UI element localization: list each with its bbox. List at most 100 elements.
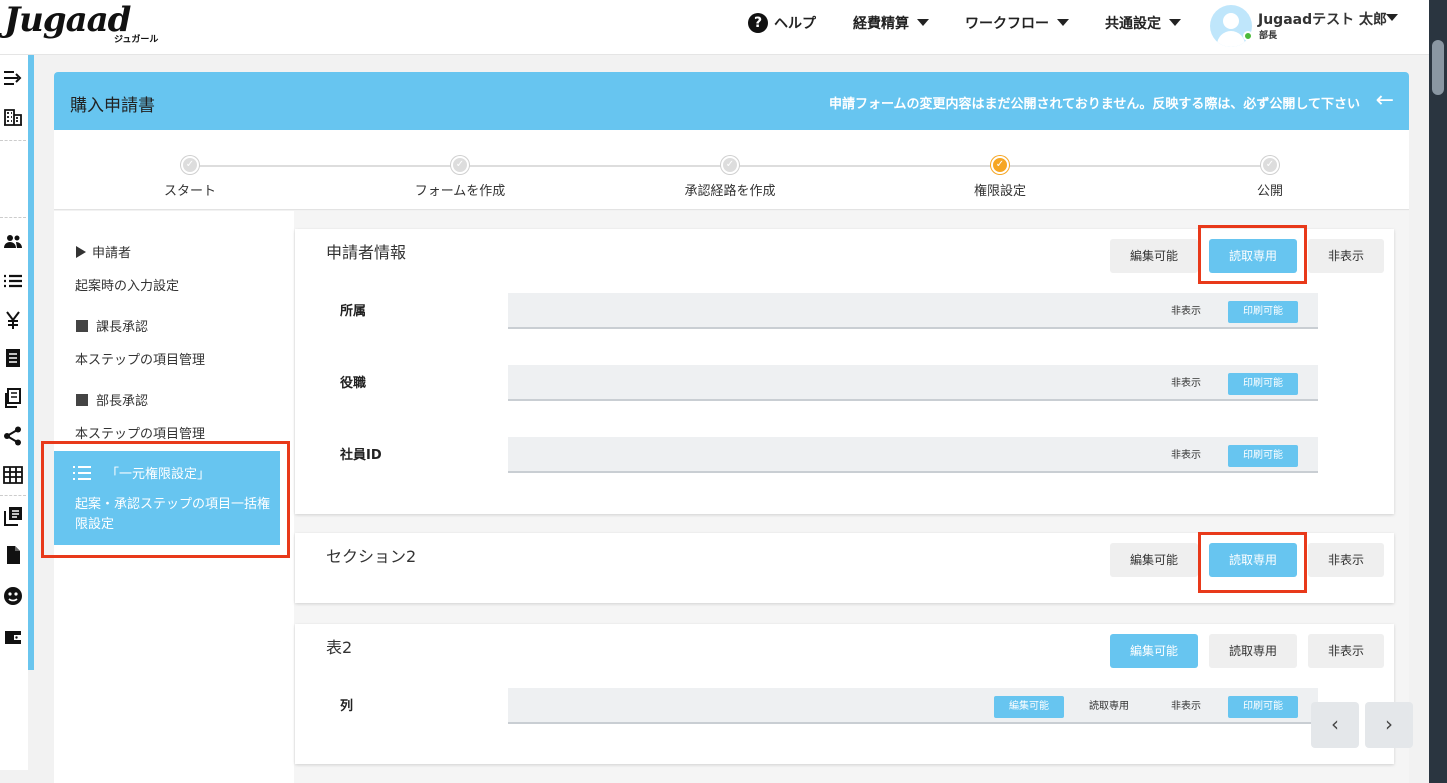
yen-icon[interactable]	[3, 310, 23, 330]
page-scrollbar[interactable]	[1429, 0, 1447, 783]
field-row: 編集可能 読取専用 非表示 印刷可能	[508, 688, 1318, 724]
menu-sub-applicant[interactable]: 起案時の入力設定	[75, 275, 179, 294]
step-label: 権限設定	[973, 184, 1026, 199]
section-title: 申請者情報	[326, 243, 407, 262]
print-chip[interactable]: 印刷可能	[1228, 696, 1298, 718]
expense-menu[interactable]: 経費精算	[853, 0, 929, 45]
rail-accent	[28, 55, 34, 670]
square-icon	[76, 319, 88, 332]
field-label: 列	[340, 699, 354, 714]
share-icon[interactable]	[3, 426, 23, 446]
file-icon[interactable]	[3, 545, 23, 565]
step-label: スタート	[163, 184, 216, 199]
help-menu[interactable]: ? ヘルプ	[748, 0, 816, 45]
receipt-icon[interactable]	[3, 348, 23, 368]
step-approval-route[interactable]: ✓ 承認経路を作成	[650, 156, 810, 199]
workflow-menu[interactable]: ワークフロー	[965, 0, 1069, 45]
menu-sub-dept-manager[interactable]: 本ステップの項目管理	[75, 423, 205, 442]
hidden-button[interactable]: 非表示	[1308, 239, 1384, 273]
publish-notice: 申請フォームの変更内容はまだ公開されておりません。反映する際は、必ず公開して下さ…	[828, 97, 1360, 112]
field-label: 役職	[340, 376, 367, 391]
section-title: 表2	[326, 638, 353, 657]
chevron-down-icon	[1057, 19, 1069, 26]
square-icon	[76, 393, 88, 406]
brand-logo[interactable]: Jugaad ジュガール	[4, 0, 158, 45]
step-label: フォームを作成	[414, 184, 506, 199]
common-settings-label: 共通設定	[1105, 15, 1161, 32]
check-icon: ✓	[451, 156, 469, 174]
library-icon[interactable]	[3, 506, 23, 526]
check-icon: ✓	[181, 156, 199, 174]
hidden-button[interactable]: 非表示	[1308, 634, 1384, 668]
section-title: セクション2	[326, 547, 417, 566]
menu-item-applicant[interactable]: 申請者	[76, 242, 131, 261]
users-icon[interactable]	[3, 232, 23, 252]
expand-menu-icon[interactable]	[3, 68, 23, 88]
table-icon[interactable]	[3, 465, 23, 485]
face-icon[interactable]	[3, 586, 23, 606]
step-publish[interactable]: ✓ 公開	[1190, 156, 1350, 199]
user-menu-chevron-icon[interactable]	[1386, 14, 1398, 21]
print-chip[interactable]: 印刷可能	[1228, 301, 1298, 323]
help-icon: ?	[748, 12, 768, 33]
icon-rail	[0, 55, 28, 770]
chevron-down-icon	[917, 19, 929, 26]
highlight-box	[41, 441, 290, 558]
menu-item-section-manager[interactable]: 課長承認	[76, 316, 148, 335]
field-row: 非表示 印刷可能	[508, 293, 1318, 329]
hidden-chip[interactable]: 非表示	[1153, 696, 1219, 718]
hidden-chip[interactable]: 非表示	[1153, 373, 1219, 395]
page-title: 購入申請書	[70, 96, 155, 116]
wallet-icon[interactable]	[3, 627, 23, 647]
back-arrow-icon[interactable]: ←	[1376, 88, 1394, 113]
hidden-chip[interactable]: 非表示	[1153, 301, 1219, 323]
form-header: 購入申請書 申請フォームの変更内容はまだ公開されておりません。反映する際は、必ず…	[54, 72, 1409, 130]
print-chip[interactable]: 印刷可能	[1228, 373, 1298, 395]
top-bar: Jugaad ジュガール ? ヘルプ 経費精算 ワークフロー 共通設定 Juga…	[0, 0, 1429, 55]
print-chip[interactable]: 印刷可能	[1228, 445, 1298, 467]
check-icon: ✓	[991, 156, 1009, 174]
online-status-icon	[1243, 31, 1253, 41]
prev-button[interactable]: ‹	[1311, 702, 1359, 748]
field-row: 非表示 印刷可能	[508, 437, 1318, 473]
building-icon[interactable]	[3, 107, 23, 127]
edit-button[interactable]: 編集可能	[1110, 634, 1198, 668]
readonly-chip[interactable]: 読取専用	[1074, 696, 1144, 718]
highlight-box	[1198, 532, 1307, 593]
workflow-label: ワークフロー	[965, 15, 1049, 32]
user-name[interactable]: Jugaadテスト 太郎	[1258, 9, 1387, 29]
check-icon: ✓	[1261, 156, 1279, 174]
brand-name: Jugaad	[4, 0, 131, 40]
list-icon[interactable]	[3, 271, 23, 291]
menu-item-dept-manager[interactable]: 部長承認	[76, 390, 148, 409]
edit-button[interactable]: 編集可能	[1110, 543, 1198, 577]
step-create-form[interactable]: ✓ フォームを作成	[380, 156, 540, 199]
field-label: 所属	[340, 304, 367, 319]
edit-chip[interactable]: 編集可能	[994, 696, 1064, 718]
document-list-icon[interactable]	[3, 388, 23, 408]
edit-button[interactable]: 編集可能	[1110, 239, 1198, 273]
readonly-button[interactable]: 読取専用	[1209, 634, 1297, 668]
field-label: 社員ID	[340, 448, 382, 463]
check-icon: ✓	[721, 156, 739, 174]
step-label: 承認経路を作成	[684, 184, 776, 199]
hidden-chip[interactable]: 非表示	[1153, 445, 1219, 467]
menu-item-label: 部長承認	[96, 394, 149, 409]
chevron-down-icon	[1169, 19, 1181, 26]
help-label: ヘルプ	[774, 15, 816, 32]
step-label: 公開	[1256, 184, 1283, 199]
next-button[interactable]: ›	[1365, 702, 1413, 748]
user-role: 部長	[1259, 31, 1278, 41]
hidden-button[interactable]: 非表示	[1308, 543, 1384, 577]
triangle-right-icon	[76, 245, 86, 258]
field-row: 非表示 印刷可能	[508, 365, 1318, 401]
expense-label: 経費精算	[853, 15, 909, 32]
menu-sub-section-manager[interactable]: 本ステップの項目管理	[75, 349, 205, 368]
step-permissions[interactable]: ✓ 権限設定	[920, 156, 1080, 199]
menu-item-label: 課長承認	[96, 320, 149, 335]
common-settings-menu[interactable]: 共通設定	[1105, 0, 1181, 45]
progress-stepper: ✓ スタート ✓ フォームを作成 ✓ 承認経路を作成 ✓ 権限設定 ✓ 公開	[54, 130, 1409, 210]
scrollbar-thumb[interactable]	[1432, 40, 1444, 95]
step-start[interactable]: ✓ スタート	[110, 156, 270, 199]
brand-sub: ジュガール	[114, 35, 159, 45]
